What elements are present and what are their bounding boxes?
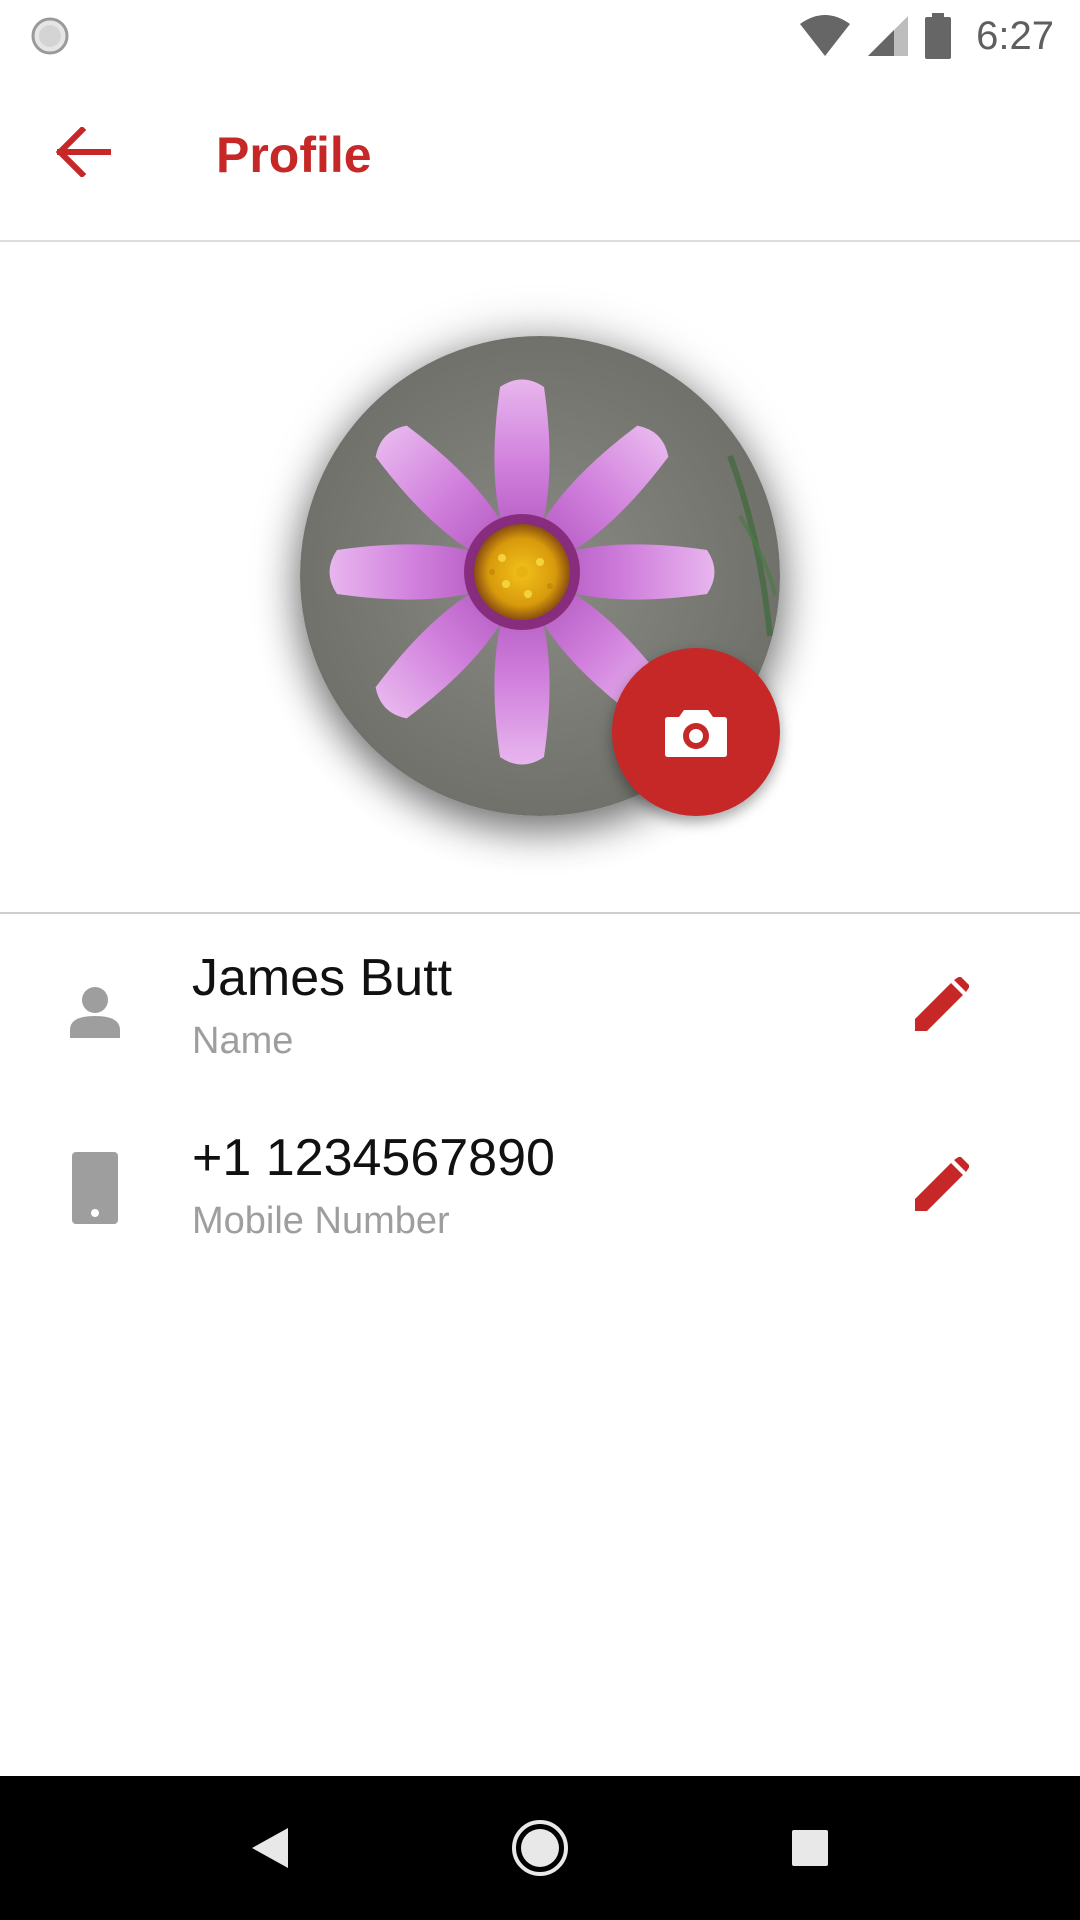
edit-mobile-button[interactable] (900, 1146, 980, 1226)
battery-icon (925, 13, 952, 59)
change-photo-button[interactable] (612, 648, 780, 816)
loading-spinner-icon (31, 17, 69, 55)
recents-square-icon (792, 1830, 828, 1866)
nav-home-button[interactable] (508, 1816, 572, 1880)
avatar-section (0, 242, 1080, 914)
mobile-row: +1 1234567890 Mobile Number (0, 1112, 1080, 1272)
name-value: James Butt (192, 949, 453, 1007)
nav-recents-button[interactable] (778, 1816, 842, 1880)
nav-back-button[interactable] (238, 1816, 302, 1880)
arrow-left-icon (56, 127, 111, 177)
name-label: Name (192, 1020, 294, 1062)
person-icon (60, 972, 130, 1052)
edit-name-button[interactable] (900, 966, 980, 1046)
pencil-icon (915, 1157, 969, 1211)
phone-icon (60, 1148, 130, 1228)
app-bar: Profile (0, 72, 1080, 242)
cell-signal-icon (868, 16, 909, 56)
status-icons: 6:27 (798, 10, 1054, 62)
mobile-label: Mobile Number (192, 1200, 450, 1242)
mobile-value: +1 1234567890 (192, 1129, 555, 1187)
navigation-bar (0, 1776, 1080, 1920)
pencil-icon (915, 977, 969, 1031)
status-bar: 6:27 (0, 0, 1080, 72)
wifi-icon (800, 15, 851, 56)
camera-icon (665, 710, 727, 757)
back-triangle-icon (252, 1828, 288, 1868)
status-time: 6:27 (976, 13, 1054, 58)
name-row: James Butt Name (0, 932, 1080, 1092)
home-circle-icon (512, 1820, 568, 1876)
back-button[interactable] (44, 112, 124, 192)
page-title: Profile (216, 127, 372, 183)
